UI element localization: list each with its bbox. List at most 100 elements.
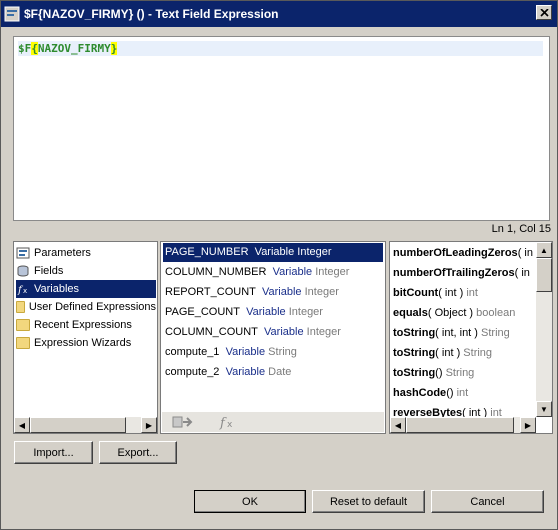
method-args: ( int ): [435, 347, 461, 359]
variable-item[interactable]: compute_1 Variable String: [163, 343, 297, 362]
method-name: hashCode: [393, 387, 447, 399]
variable-item[interactable]: COLUMN_NUMBER Variable Integer: [163, 263, 349, 282]
scroll-right-button[interactable]: ▶: [141, 417, 157, 433]
app-icon: [4, 6, 20, 22]
variable-item[interactable]: REPORT_COUNT Variable Integer: [163, 283, 339, 302]
variable-type: String: [268, 346, 297, 358]
method-item[interactable]: numberOfTrailingZeros( in: [393, 263, 530, 283]
insert-icon[interactable]: [172, 414, 194, 430]
title-bar[interactable]: $F{NAZOV_FIRMY} () - Text Field Expressi…: [1, 1, 557, 27]
scroll-down-button[interactable]: ▼: [536, 401, 552, 417]
category-label: Recent Expressions: [34, 319, 132, 331]
scroll-thumb[interactable]: [30, 417, 126, 433]
method-item[interactable]: toString() String: [393, 363, 474, 383]
export-button[interactable]: Export...: [99, 441, 177, 464]
method-args: ( int, int ): [435, 327, 478, 339]
variable-type: Integer: [304, 286, 339, 298]
cursor-position: Ln 1, Col 15: [491, 223, 551, 235]
method-return: boolean: [476, 307, 516, 319]
method-args: ( Object ): [427, 307, 474, 319]
variable-kind: Variable: [264, 326, 304, 338]
category-fields[interactable]: Fields: [16, 262, 156, 280]
method-item[interactable]: toString( int ) String: [393, 343, 492, 363]
scroll-left-button[interactable]: ◀: [14, 417, 30, 433]
methods-hscrollbar[interactable]: ◀ ▶: [390, 417, 536, 433]
method-item[interactable]: bitCount( int ) int: [393, 283, 478, 303]
variable-name: PAGE_NUMBER: [165, 246, 249, 258]
import-button[interactable]: Import...: [14, 441, 93, 464]
variable-item[interactable]: COLUMN_COUNT Variable Integer: [163, 323, 341, 342]
method-args: ( in: [514, 267, 530, 279]
scroll-thumb[interactable]: [536, 258, 552, 292]
method-name: bitCount: [393, 287, 439, 299]
method-item[interactable]: hashCode() int: [393, 383, 468, 403]
category-recent-expressions[interactable]: Recent Expressions: [16, 316, 156, 334]
function-icon: fx: [17, 285, 27, 295]
folder-icon: [16, 301, 25, 313]
folder-icon: [16, 337, 30, 349]
method-return: String: [463, 347, 493, 359]
close-button[interactable]: [536, 5, 552, 20]
variable-kind: Variable: [272, 266, 313, 278]
method-item[interactable]: toString( int, int ) String: [393, 323, 510, 343]
method-item[interactable]: equals( Object ) boolean: [393, 303, 515, 323]
scroll-up-button[interactable]: ▲: [536, 242, 552, 258]
variable-type: Integer: [315, 266, 350, 278]
method-args: ( in: [517, 247, 533, 259]
variable-name: compute_2: [165, 366, 220, 378]
svg-text:x: x: [23, 287, 27, 295]
expression-editor[interactable]: $F{NAZOV_FIRMY}: [13, 36, 550, 221]
variable-kind: Variable: [225, 366, 266, 378]
method-name: numberOfTrailingZeros: [393, 267, 515, 279]
category-variables[interactable]: fx Variables: [16, 280, 156, 298]
variable-item[interactable]: PAGE_COUNT Variable Integer: [163, 303, 323, 322]
scroll-right-button[interactable]: ▶: [520, 417, 536, 433]
category-label: Variables: [34, 283, 80, 295]
method-name: numberOfLeadingZeros: [393, 247, 518, 259]
svg-text:x: x: [227, 420, 233, 430]
category-label: Fields: [34, 265, 64, 277]
method-args: (): [435, 367, 443, 379]
scroll-left-button[interactable]: ◀: [390, 417, 406, 433]
category-parameters[interactable]: Parameters: [16, 244, 156, 262]
folder-icon: [16, 319, 30, 331]
variable-name: COLUMN_NUMBER: [165, 266, 267, 278]
category-label: Parameters: [34, 247, 91, 259]
database-icon: [17, 265, 29, 277]
method-name: toString: [393, 347, 436, 359]
method-name: equals: [393, 307, 428, 319]
ok-button[interactable]: OK: [194, 490, 306, 513]
cancel-button[interactable]: Cancel: [431, 490, 544, 513]
categories-panel: Parameters Fields fx Variables User Defi…: [13, 241, 158, 434]
variable-name: COLUMN_COUNT: [165, 326, 258, 338]
close-icon: [539, 8, 549, 17]
variable-type: Date: [268, 366, 292, 378]
categories-hscrollbar[interactable]: ◀ ▶: [14, 417, 157, 433]
method-return: String: [445, 367, 475, 379]
function-wizard-icon[interactable]: f x: [217, 414, 237, 430]
expression-dialog: $F{NAZOV_FIRMY} () - Text Field Expressi…: [0, 0, 558, 530]
editor-field-name: NAZOV_FIRMY: [37, 42, 111, 55]
method-return: String: [481, 327, 510, 339]
variable-item[interactable]: PAGE_NUMBER Variable Integer: [163, 243, 383, 262]
category-user-defined-expressions[interactable]: User Defined Expressions: [16, 298, 156, 316]
reset-to-default-button[interactable]: Reset to default: [312, 490, 425, 513]
variable-name: REPORT_COUNT: [165, 286, 256, 298]
method-args: ( int ): [438, 287, 464, 299]
parameters-icon: [16, 247, 30, 259]
editor-prefix: $F: [18, 42, 32, 55]
variable-kind: Variable: [246, 306, 286, 318]
method-name: toString: [393, 327, 436, 339]
variable-kind: Variable: [225, 346, 266, 358]
window-title: $F{NAZOV_FIRMY} () - Text Field Expressi…: [24, 7, 279, 21]
category-expression-wizards[interactable]: Expression Wizards: [16, 334, 156, 352]
variable-type: Integer: [297, 246, 332, 258]
methods-vscrollbar[interactable]: ▲ ▼: [536, 242, 552, 417]
editor-line-1[interactable]: $F{NAZOV_FIRMY}: [18, 41, 543, 56]
method-args: (): [446, 387, 454, 399]
scroll-thumb[interactable]: [406, 417, 514, 433]
variable-type: Integer: [288, 306, 323, 318]
variable-item[interactable]: compute_2 Variable Date: [163, 363, 291, 382]
category-label: User Defined Expressions: [28, 301, 156, 313]
method-item[interactable]: numberOfLeadingZeros( in: [393, 243, 533, 263]
